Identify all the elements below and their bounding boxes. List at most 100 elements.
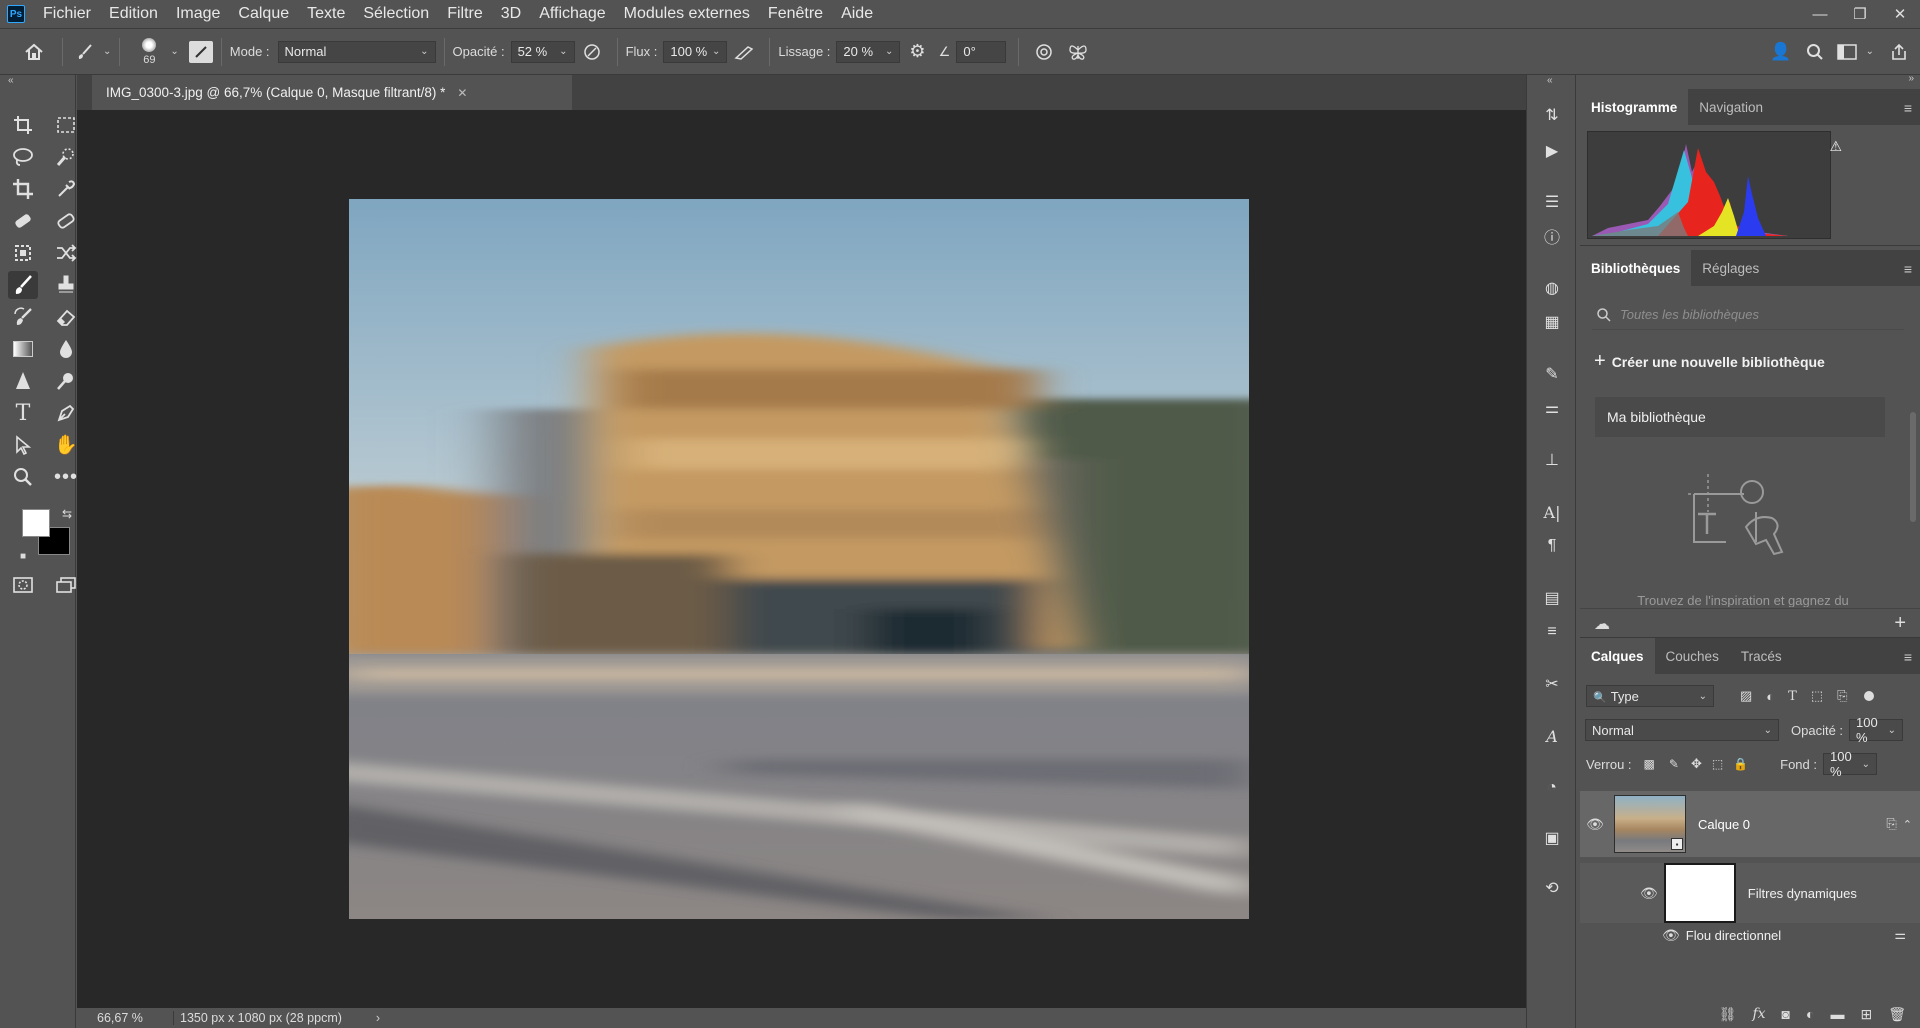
menu-calque[interactable]: Calque <box>229 0 298 28</box>
comments-panel-icon[interactable]: ≡ <box>1539 619 1565 645</box>
filter-smart-object-icon[interactable]: ⎘ <box>1837 688 1847 704</box>
sharpen-tool-icon[interactable] <box>8 367 38 395</box>
collapse-effects-icon[interactable]: ⌃ <box>1903 818 1912 831</box>
menu-filtre[interactable]: Filtre <box>438 0 492 28</box>
swatches-panel-icon[interactable]: ▦ <box>1539 309 1565 335</box>
brush-size-picker[interactable]: 69 <box>132 37 166 66</box>
airbrush-icon[interactable] <box>727 43 761 61</box>
brush-settings-icon[interactable]: ⚌ <box>1539 395 1565 421</box>
zoom-tool-icon[interactable] <box>8 463 38 491</box>
new-adjustment-layer-icon[interactable]: ◐ <box>1806 1006 1814 1022</box>
chevron-down-icon[interactable]: ⌄ <box>1866 46 1874 57</box>
document-image[interactable] <box>349 199 1249 919</box>
actions-panel-icon[interactable]: ⇅ <box>1539 102 1565 128</box>
tab-reglages[interactable]: Réglages <box>1691 250 1770 286</box>
menu-fenetre[interactable]: Fenêtre <box>759 0 832 28</box>
artboard-tool-icon[interactable] <box>8 111 38 139</box>
properties-panel-icon[interactable]: ☰ <box>1539 189 1565 215</box>
library-item[interactable]: Ma bibliothèque <box>1595 397 1885 437</box>
status-expand-icon[interactable]: › <box>376 1011 380 1025</box>
document-tab[interactable]: IMG_0300-3.jpg @ 66,7% (Calque 0, Masque… <box>92 75 572 110</box>
flow-input[interactable]: 100 % ⌄ <box>663 40 728 63</box>
menu-affichage[interactable]: Affichage <box>530 0 614 28</box>
menu-3d[interactable]: 3D <box>492 0 530 28</box>
eye-icon[interactable]: 👁 <box>1580 816 1610 833</box>
chevron-down-icon[interactable]: ⌄ <box>170 46 178 57</box>
tab-navigation[interactable]: Navigation <box>1688 89 1774 125</box>
layer-opacity-input[interactable]: 100 % ⌄ <box>1849 715 1904 745</box>
pressure-opacity-icon[interactable] <box>575 42 609 62</box>
add-mask-icon[interactable]: ◙ <box>1782 1006 1790 1022</box>
filter-row-flou-directionnel[interactable]: 👁 Flou directionnel ⚌ <box>1580 923 1920 947</box>
mode-select[interactable]: Normal ⌄ <box>277 40 436 63</box>
lock-all-icon[interactable]: 🔒 <box>1733 757 1748 771</box>
menu-fichier[interactable]: Fichier <box>34 0 100 28</box>
filter-adjustment-icon[interactable]: ◐ <box>1766 689 1774 704</box>
collapse-panels-icon[interactable]: » <box>1908 73 1914 84</box>
brush-tool-icon[interactable] <box>8 271 38 299</box>
history-panel-icon[interactable]: ⟲ <box>1539 875 1565 901</box>
search-icon[interactable] <box>1798 43 1832 61</box>
menu-image[interactable]: Image <box>167 0 229 28</box>
home-icon[interactable] <box>14 43 54 61</box>
brush-tool-preset-icon[interactable] <box>71 43 99 61</box>
notes-panel-icon[interactable]: ▤ <box>1539 585 1565 611</box>
path-selection-tool-icon[interactable] <box>8 431 38 459</box>
shapes-panel-icon[interactable]: ◔ <box>1539 775 1565 801</box>
info-panel-icon[interactable]: ⓘ <box>1539 223 1565 249</box>
lock-transparent-icon[interactable]: ▩ <box>1644 757 1655 771</box>
layer-row-calque-0[interactable]: 👁 ▪ Calque 0 ⎘ ⌃ <box>1580 791 1920 857</box>
smart-object-link-icon[interactable]: ⎘ <box>1886 816 1896 832</box>
new-group-icon[interactable]: ▬ <box>1830 1006 1844 1022</box>
color-panel-icon[interactable]: ◍ <box>1539 275 1565 301</box>
crop-tool-icon[interactable] <box>8 175 38 203</box>
play-panel-icon[interactable]: ▶ <box>1539 138 1565 164</box>
layer-thumbnail[interactable]: ▪ <box>1614 795 1686 853</box>
layer-name[interactable]: Calque 0 <box>1698 817 1750 832</box>
close-window-icon[interactable]: ✕ <box>1880 0 1920 28</box>
fill-input[interactable]: 100 % ⌄ <box>1823 749 1877 779</box>
delete-layer-icon[interactable]: 🗑 <box>1888 1006 1906 1023</box>
smoothing-input[interactable]: 20 % ⌄ <box>836 40 901 63</box>
create-library-button[interactable]: + Créer une nouvelle bibliothèque <box>1594 350 1825 373</box>
tab-couches[interactable]: Couches <box>1655 638 1730 674</box>
tab-calques[interactable]: Calques <box>1580 638 1655 674</box>
eye-icon[interactable]: 👁 <box>1640 885 1658 902</box>
foreground-color-swatch[interactable] <box>22 509 50 537</box>
panel-menu-icon[interactable]: ≡ <box>1904 100 1912 116</box>
restore-icon[interactable]: ❐ <box>1840 0 1880 28</box>
pressure-size-icon[interactable] <box>1027 42 1061 62</box>
brush-settings-panel-icon[interactable] <box>188 40 213 63</box>
close-tab-icon[interactable]: ✕ <box>457 86 467 100</box>
filter-type-icon[interactable]: T <box>1788 689 1797 704</box>
content-aware-move-icon[interactable] <box>8 239 38 267</box>
swap-colors-icon[interactable]: ⇆ <box>62 507 72 521</box>
collapse-strip-icon[interactable]: « <box>1547 75 1553 86</box>
filter-toggle-icon[interactable] <box>1863 691 1874 701</box>
filter-blending-options-icon[interactable]: ⚌ <box>1894 927 1906 943</box>
lasso-tool-icon[interactable] <box>8 143 38 171</box>
menu-modules-externes[interactable]: Modules externes <box>615 0 759 28</box>
default-colors-icon[interactable]: ■ <box>20 551 26 562</box>
filter-shape-icon[interactable]: ⬚ <box>1811 688 1823 704</box>
smart-filters-row[interactable]: 👁 Filtres dynamiques <box>1580 863 1920 923</box>
panel-menu-icon[interactable]: ≡ <box>1904 261 1912 277</box>
tab-bibliotheques[interactable]: Bibliothèques <box>1580 250 1692 286</box>
character-panel-icon[interactable]: A| <box>1539 499 1565 525</box>
lock-position-icon[interactable]: ✥ <box>1691 756 1702 772</box>
filter-pixel-icon[interactable]: ▨ <box>1740 688 1752 704</box>
angle-input[interactable]: 0° <box>956 40 1007 63</box>
glyphs-panel-icon[interactable]: A <box>1539 723 1565 749</box>
clone-source-icon[interactable]: ⊥ <box>1539 447 1565 473</box>
history-brush-tool-icon[interactable] <box>8 303 38 331</box>
type-tool-icon[interactable]: T <box>8 399 38 427</box>
menu-edition[interactable]: Edition <box>100 0 167 28</box>
collapse-toolbar-icon[interactable]: « <box>8 75 14 86</box>
menu-texte[interactable]: Texte <box>298 0 354 28</box>
quick-mask-icon[interactable] <box>8 571 38 599</box>
lock-image-icon[interactable]: ✎ <box>1669 757 1679 771</box>
minimize-icon[interactable]: — <box>1800 0 1840 28</box>
link-layers-icon[interactable]: ⛓ <box>1719 1006 1737 1023</box>
warning-icon[interactable]: ⚠ <box>1829 138 1842 155</box>
symmetry-butterfly-icon[interactable] <box>1061 42 1095 62</box>
